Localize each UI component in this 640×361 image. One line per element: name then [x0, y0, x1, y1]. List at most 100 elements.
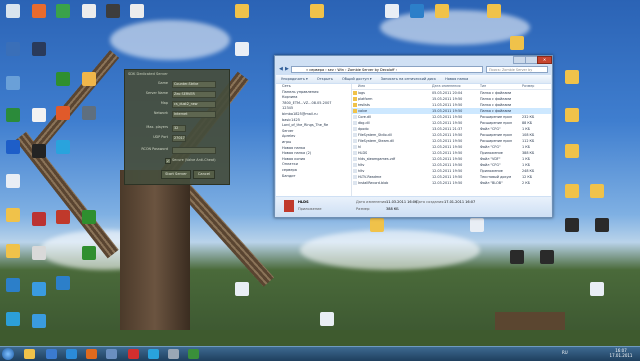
document-icon[interactable]	[320, 312, 334, 326]
app-icon[interactable]	[6, 140, 20, 154]
document-icon[interactable]	[82, 4, 96, 18]
server-name-input[interactable]: Zeo SERVER	[172, 91, 216, 98]
document-icon[interactable]	[32, 108, 46, 122]
explorer-taskbar-icon[interactable]	[24, 349, 35, 359]
app-icon[interactable]	[56, 106, 70, 120]
app-icon[interactable]	[565, 218, 579, 232]
app-taskbar-icon[interactable]	[46, 349, 57, 359]
column-size[interactable]: Размер	[522, 84, 534, 89]
address-bar[interactable]: « сервера › sev › Win › Zombie Server by…	[291, 66, 483, 73]
folder-icon[interactable]	[235, 4, 249, 18]
app-icon[interactable]	[595, 218, 609, 232]
map-select[interactable]: cs_dust2_new	[172, 101, 216, 108]
app-taskbar-icon[interactable]	[66, 349, 77, 359]
document-icon[interactable]	[590, 282, 604, 296]
skype-icon[interactable]	[56, 140, 70, 154]
document-icon[interactable]	[130, 4, 144, 18]
column-type[interactable]: Тип	[480, 84, 486, 89]
start-button[interactable]	[2, 348, 14, 360]
secure-checkbox[interactable]: ✓	[165, 158, 171, 164]
network-select[interactable]: Internet	[172, 111, 216, 118]
opera-taskbar-icon[interactable]	[128, 349, 139, 359]
folder-icon[interactable]	[6, 208, 20, 222]
toolbar-organize[interactable]: Упорядочить ▾	[281, 77, 308, 81]
details-pane: HLDS Приложение Дата изменения: 11.03.20…	[276, 197, 551, 216]
toolbar-new-folder[interactable]: Новая папка	[445, 77, 468, 81]
field-label: UDP Port	[153, 135, 168, 139]
app-taskbar-icon[interactable]	[106, 349, 117, 359]
app-icon[interactable]	[540, 250, 554, 264]
selected-name: HLDS	[298, 200, 309, 204]
cancel-button[interactable]: Cancel	[193, 170, 215, 179]
back-arrow-icon[interactable]: ◀	[279, 66, 284, 72]
column-name[interactable]: Имя	[358, 84, 365, 89]
clock[interactable]: 16:07 17.01.2011	[608, 348, 634, 358]
column-date[interactable]: Дата изменения	[432, 84, 460, 89]
app-icon[interactable]	[6, 278, 20, 292]
utorrent-icon[interactable]	[56, 72, 70, 86]
folder-icon[interactable]	[435, 4, 449, 18]
app-icon[interactable]	[56, 276, 70, 290]
folder-icon[interactable]	[565, 184, 579, 198]
document-icon[interactable]	[385, 4, 399, 18]
utorrent-icon[interactable]	[82, 210, 96, 224]
app-icon[interactable]	[6, 108, 20, 122]
app-icon[interactable]	[56, 4, 70, 18]
close-button[interactable]: ✕	[537, 56, 552, 64]
app-icon[interactable]	[32, 282, 46, 296]
app-icon[interactable]	[410, 4, 424, 18]
folder-icon[interactable]	[510, 36, 524, 50]
field-row: Game Counter-Strike	[128, 80, 226, 88]
document-icon[interactable]	[470, 218, 484, 232]
file-size: 2 КБ	[522, 181, 530, 185]
app-icon[interactable]	[82, 106, 96, 120]
search-input[interactable]: Поиск: Zombie Server by Decoloff	[486, 66, 548, 79]
app-icon[interactable]	[56, 210, 70, 224]
archive-icon[interactable]	[32, 144, 46, 158]
forward-arrow-icon[interactable]: ▶	[285, 66, 290, 72]
app-icon[interactable]	[106, 4, 120, 18]
nav-item[interactable]: Бандит	[276, 174, 351, 180]
app-icon[interactable]	[82, 72, 96, 86]
app-icon[interactable]	[32, 4, 46, 18]
folder-icon[interactable]	[565, 144, 579, 158]
app-taskbar-icon[interactable]	[86, 349, 97, 359]
app-taskbar-icon[interactable]	[168, 349, 179, 359]
app-taskbar-icon[interactable]	[188, 349, 199, 359]
rcon-password-input[interactable]	[172, 147, 216, 154]
document-icon[interactable]	[235, 42, 249, 56]
computer-icon[interactable]	[6, 42, 20, 56]
folder-icon[interactable]	[565, 108, 579, 122]
app-icon[interactable]	[510, 250, 524, 264]
udp-port-input[interactable]: 27017	[172, 135, 186, 142]
app-icon[interactable]	[32, 314, 46, 328]
app-icon[interactable]	[6, 174, 20, 188]
language-indicator[interactable]: RU	[562, 350, 568, 355]
game-select[interactable]: Counter-Strike	[172, 81, 216, 88]
max-players-select[interactable]: 32	[172, 125, 186, 132]
recycle-bin-icon[interactable]	[6, 76, 20, 90]
app-icon[interactable]	[32, 212, 46, 226]
toolbar-share[interactable]: Общий доступ ▾	[342, 77, 372, 81]
explorer-window: ✕ ◀ ▶ « сервера › sev › Win › Zombie Ser…	[274, 55, 553, 218]
folder-icon[interactable]	[6, 244, 20, 258]
utorrent-icon[interactable]	[82, 246, 96, 260]
folder-icon[interactable]	[590, 184, 604, 198]
computer-icon[interactable]	[6, 4, 20, 18]
document-icon[interactable]	[235, 282, 249, 296]
file-icon	[353, 145, 357, 149]
navigation-pane: Сеть Панель управления Корзина 7800_ETM.…	[276, 84, 352, 196]
folder-icon[interactable]	[370, 218, 384, 232]
folder-icon[interactable]	[487, 4, 501, 18]
file-row[interactable]: InstallRecord.blob 12.03.2011 19:50 Файл "…	[352, 180, 551, 186]
cloud	[110, 20, 230, 60]
app-icon[interactable]	[32, 42, 46, 56]
skype-taskbar-icon[interactable]	[148, 349, 159, 359]
start-server-button[interactable]: Start Server	[161, 170, 191, 179]
folder-icon[interactable]	[565, 70, 579, 84]
app-icon[interactable]	[32, 246, 46, 260]
toolbar-open[interactable]: Открыть	[317, 77, 333, 81]
folder-icon[interactable]	[310, 4, 324, 18]
toolbar-burn[interactable]: Записать на оптический диск	[381, 77, 436, 81]
app-icon[interactable]	[6, 312, 20, 326]
